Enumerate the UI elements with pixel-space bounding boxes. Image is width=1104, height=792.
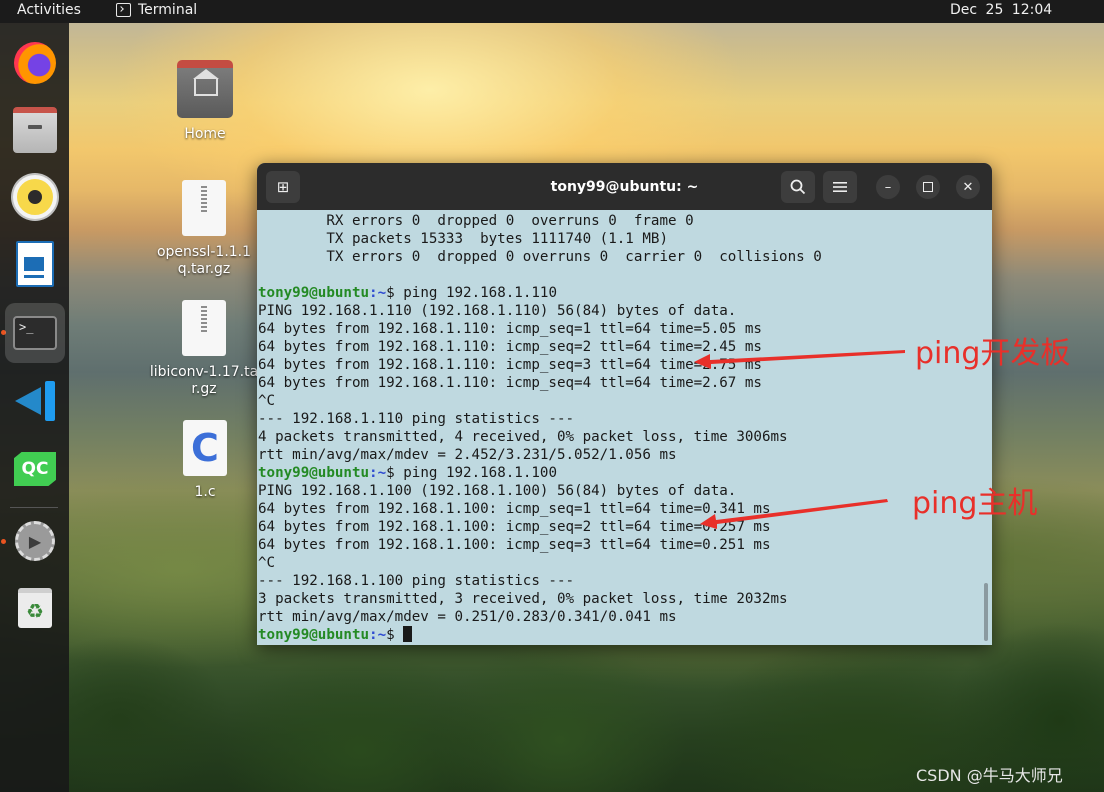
annotation-board: ping开发板 (915, 336, 1071, 371)
annotation-layer (694, 350, 905, 529)
annotation-arrow (694, 350, 905, 369)
watermark: CSDN @牛马大师兄 (916, 766, 1063, 785)
annotation-host: ping主机 (912, 486, 1038, 521)
annotation-arrow (700, 499, 888, 529)
